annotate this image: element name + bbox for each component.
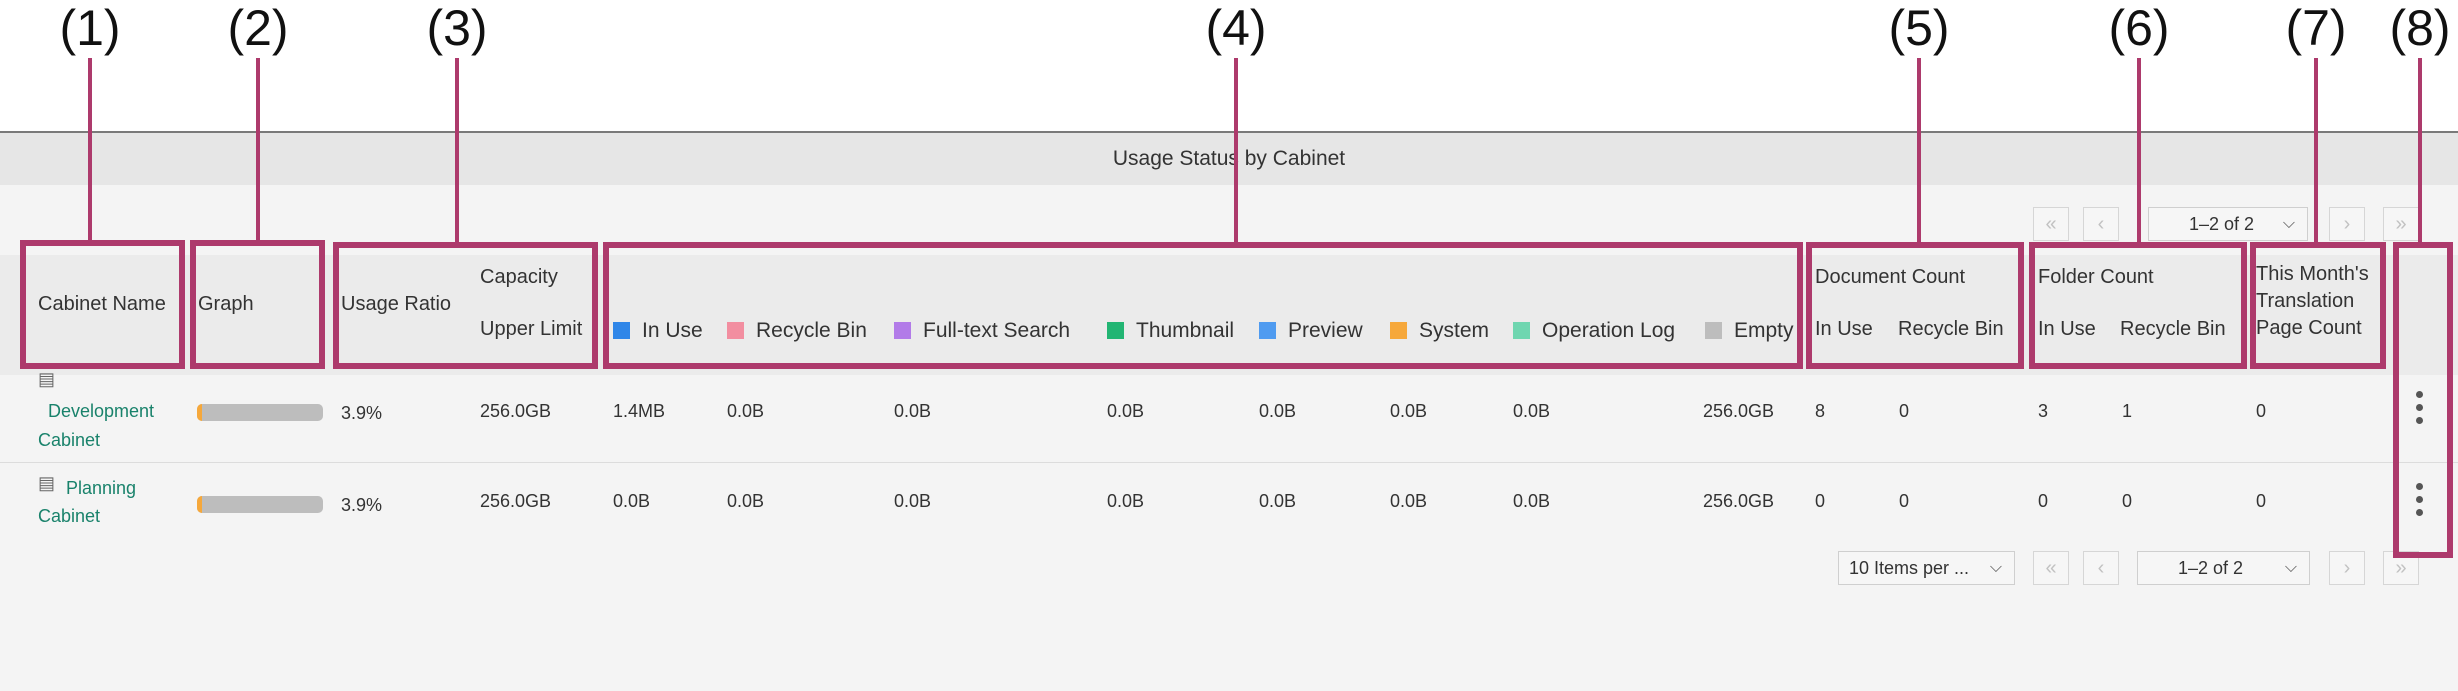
next-page-icon[interactable]: › — [2329, 551, 2365, 585]
callout-5: (5) — [1888, 0, 1950, 56]
recycle-bin-size: 0.0B — [727, 491, 765, 511]
callout-line-5 — [1917, 58, 1921, 242]
cabinet-link-planning-line2[interactable]: Cabinet — [38, 506, 100, 527]
full-text-size: 0.0B — [894, 491, 932, 511]
system-size: 0.0B — [1390, 491, 1428, 511]
upper-limit: 256.0GB — [480, 401, 552, 421]
callout-line-8 — [2418, 58, 2422, 242]
page-range-select[interactable]: 1–2 of 2 ⌵ — [2148, 207, 2308, 241]
usage-graph-fill — [197, 496, 202, 513]
cabinet-icon: ▤ — [38, 369, 56, 389]
doc-in-use-count: 8 — [1815, 401, 1826, 421]
callout-1: (1) — [59, 0, 121, 56]
callout-8: (8) — [2389, 0, 2451, 56]
recycle-bin-size: 0.0B — [727, 401, 765, 421]
chevron-down-icon: ⌵ — [2282, 215, 2295, 232]
in-use-size: 0.0B — [613, 491, 651, 511]
translation-page-count: 0 — [2256, 491, 2267, 511]
highlight-box-1 — [20, 240, 185, 369]
first-page-icon[interactable]: « — [2033, 551, 2069, 585]
thumbnail-size: 0.0B — [1107, 401, 1145, 421]
preview-size: 0.0B — [1259, 491, 1297, 511]
highlight-box-7 — [2250, 242, 2386, 369]
first-page-icon[interactable]: « — [2033, 207, 2069, 241]
operation-log-size: 0.0B — [1513, 491, 1551, 511]
highlight-box-4 — [603, 242, 1803, 369]
folder-recycle-count: 0 — [2122, 491, 2133, 511]
folder-in-use-count: 3 — [2038, 401, 2049, 421]
previous-page-icon[interactable]: ‹ — [2083, 207, 2119, 241]
cabinet-link-development-line1[interactable]: Development — [48, 401, 154, 422]
in-use-size: 1.4MB — [613, 401, 666, 421]
callout-6: (6) — [2108, 0, 2170, 56]
callout-4: (4) — [1205, 0, 1267, 56]
highlight-box-2 — [190, 240, 325, 369]
highlight-box-5 — [1806, 242, 2024, 369]
last-page-icon[interactable]: » — [2383, 207, 2419, 241]
callout-line-3 — [455, 58, 459, 242]
doc-in-use-count: 0 — [1815, 491, 1826, 511]
thumbnail-size: 0.0B — [1107, 491, 1145, 511]
operation-log-size: 0.0B — [1513, 401, 1551, 421]
folder-in-use-count: 0 — [2038, 491, 2049, 511]
items-per-page-value: 10 Items per ... — [1849, 558, 1970, 578]
page-range-value: 1–2 of 2 — [2178, 558, 2244, 578]
callout-line-6 — [2137, 58, 2141, 242]
cabinet-icon: ▤ — [38, 473, 56, 493]
usage-graph-bar — [197, 404, 323, 421]
empty-size: 256.0GB — [1703, 491, 1775, 511]
chevron-down-icon: ⌵ — [2284, 559, 2297, 576]
row-divider — [0, 462, 2458, 463]
translation-page-count: 0 — [2256, 401, 2267, 421]
usage-ratio: 3.9% — [341, 403, 383, 423]
highlight-box-6 — [2029, 242, 2247, 369]
cabinet-link-planning-line1[interactable]: Planning — [66, 478, 136, 499]
preview-size: 0.0B — [1259, 401, 1297, 421]
doc-recycle-count: 0 — [1899, 491, 1910, 511]
system-size: 0.0B — [1390, 401, 1428, 421]
cabinet-link-development-line2[interactable]: Cabinet — [38, 430, 100, 451]
doc-recycle-count: 0 — [1899, 401, 1910, 421]
usage-graph-bar — [197, 496, 323, 513]
panel-title: Usage Status by Cabinet — [0, 133, 2458, 185]
callout-line-1 — [88, 58, 92, 242]
callout-line-4 — [1234, 58, 1238, 242]
previous-page-icon[interactable]: ‹ — [2083, 551, 2119, 585]
pager-top: « ‹ 1–2 of 2 ⌵ › » — [2033, 207, 2423, 243]
callout-7: (7) — [2285, 0, 2347, 56]
folder-recycle-count: 1 — [2122, 401, 2133, 421]
highlight-box-3 — [333, 242, 598, 369]
next-page-icon[interactable]: › — [2329, 207, 2365, 241]
chevron-down-icon: ⌵ — [1989, 559, 2002, 576]
full-text-size: 0.0B — [894, 401, 932, 421]
page-range-select[interactable]: 1–2 of 2 ⌵ — [2137, 551, 2310, 585]
callout-line-7 — [2314, 58, 2318, 242]
usage-ratio: 3.9% — [341, 495, 383, 515]
callout-line-2 — [256, 58, 260, 242]
page-range-value: 1–2 of 2 — [2189, 214, 2255, 234]
callout-2: (2) — [227, 0, 289, 56]
callout-3: (3) — [426, 0, 488, 56]
usage-graph-fill — [197, 404, 202, 421]
pager-bottom: « ‹ 1–2 of 2 ⌵ › » — [2033, 551, 2423, 587]
empty-size: 256.0GB — [1703, 401, 1775, 421]
highlight-box-8 — [2393, 242, 2453, 558]
items-per-page-select[interactable]: 10 Items per ... ⌵ — [1838, 551, 2015, 585]
usage-status-panel: Usage Status by Cabinet « ‹ 1–2 of 2 ⌵ ›… — [0, 131, 2458, 691]
upper-limit: 256.0GB — [480, 491, 552, 511]
